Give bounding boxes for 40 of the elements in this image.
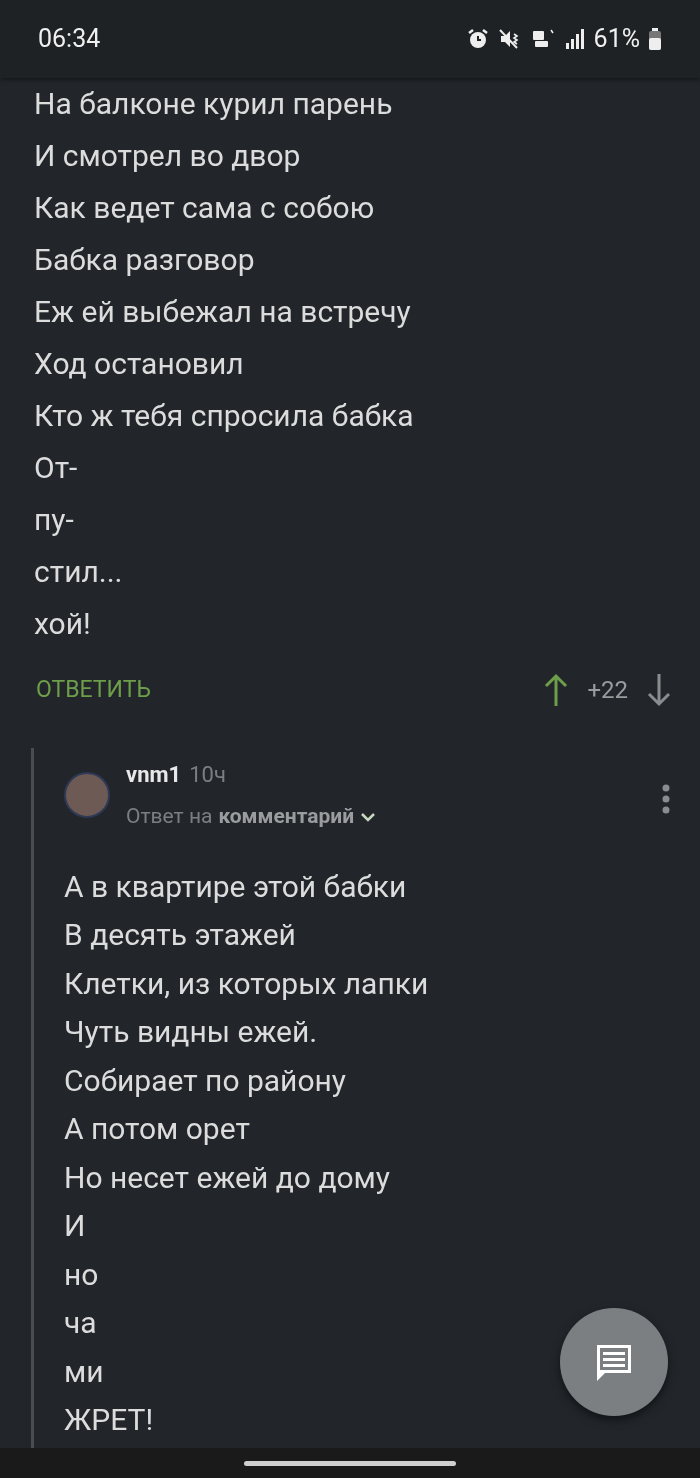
comment-text-line: но [64, 1255, 99, 1294]
reply-link[interactable]: ОТВЕТИТЬ [36, 672, 151, 708]
message-icon [594, 1342, 634, 1382]
comment-text-line: В десять этажей [64, 916, 296, 954]
comment-text-line: Но несет ежей до дому [64, 1158, 391, 1197]
comment-text-line: Клетки, из которых лапки [64, 964, 429, 1003]
battery-percent: 61% [593, 23, 640, 56]
comment-text-line: От- [34, 449, 78, 487]
comment-text-line: пу- [34, 501, 74, 539]
comment-text-line: И [64, 1207, 86, 1245]
reply-to-label: Ответ на [126, 803, 213, 830]
avatar[interactable] [64, 772, 110, 818]
vote-score: +22 [587, 675, 628, 706]
home-indicator[interactable] [244, 1460, 456, 1466]
battery-icon [648, 27, 662, 51]
comment-text-line: Бабка разговор [34, 241, 255, 279]
comment-text-line: Чуть видны ежей. [64, 1013, 318, 1051]
author-name[interactable]: vnm1 [126, 758, 182, 791]
clock-time: 06:34 [38, 23, 101, 56]
comment-text-line: И смотрел во двор [34, 137, 301, 175]
comment-text-line: Собирает по району [64, 1061, 347, 1100]
upvote-arrow-icon[interactable] [543, 673, 570, 707]
comment-text-line: На балконе курил парень [34, 85, 393, 123]
downvote-arrow-icon[interactable] [646, 673, 672, 707]
comment-time: 10ч [189, 761, 226, 789]
comment-text-line: Еж ей выбежал на встречу [34, 293, 411, 331]
signal-icon [563, 28, 586, 50]
comment-text-line: Как ведет сама с собою [34, 189, 375, 227]
comment-text-line: А потом орет [64, 1110, 250, 1148]
comment-text-line: ЖРЕТ! [64, 1401, 154, 1439]
comment-text-line: Ход остановил [34, 345, 244, 383]
comment-text-line: ми [64, 1352, 104, 1391]
comment-text-line: Кто ж тебя спросила бабка [34, 397, 414, 435]
parent-comment-link[interactable]: комментарий [218, 801, 355, 833]
chevron-down-icon[interactable] [360, 810, 377, 823]
comment-text-line: ча [64, 1304, 97, 1342]
more-options-icon[interactable] [662, 784, 670, 814]
comment-text-line: А в квартире этой бабки [64, 867, 407, 906]
comment-text-line: хой! [34, 605, 91, 643]
comment-text-line: стил... [34, 553, 123, 591]
